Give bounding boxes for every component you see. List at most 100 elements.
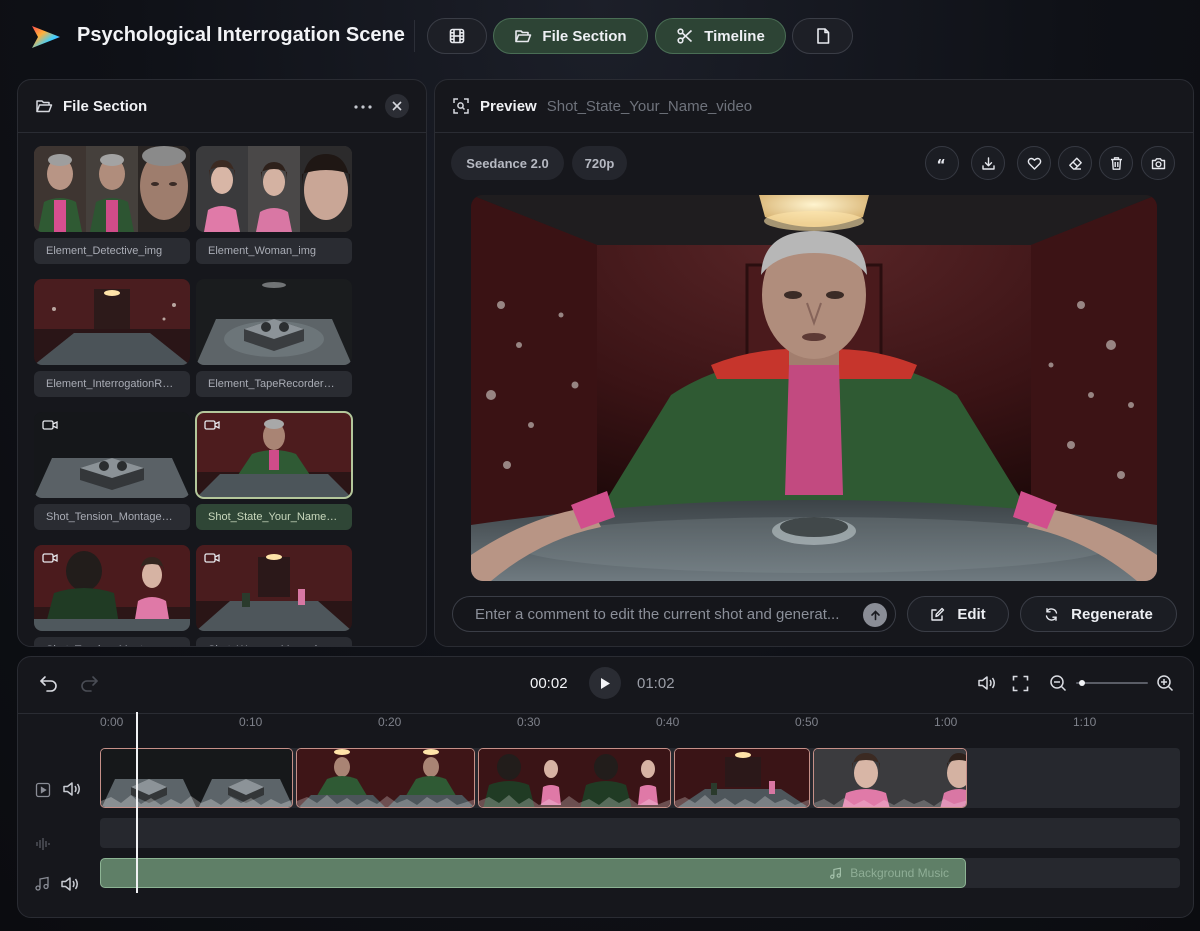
total-time: 01:02	[637, 675, 675, 692]
preview-scan-icon	[453, 98, 469, 114]
favorite-button[interactable]	[1017, 146, 1051, 180]
file-label: Element_InterrogationRoo...	[34, 371, 190, 397]
preview-subtitle: Shot_State_Your_Name_video	[546, 97, 753, 115]
timeline-divider	[18, 713, 1193, 714]
trash-icon	[1110, 156, 1122, 170]
fullscreen-icon[interactable]	[1012, 675, 1029, 692]
file-label: Shot_State_Your_Name_v...	[196, 504, 352, 530]
ruler-tick: 1:10	[1073, 715, 1097, 729]
volume-icon[interactable]	[977, 674, 997, 692]
tension-montage-thumbnail	[34, 412, 190, 498]
scissors-icon	[677, 28, 693, 44]
video-camera-icon	[204, 420, 220, 430]
timeline-tab-label: Timeline	[704, 27, 765, 45]
close-icon	[392, 101, 402, 111]
preview-title: Preview	[480, 97, 537, 115]
heart-icon	[1027, 157, 1041, 170]
document-icon	[816, 28, 829, 44]
ruler-tick: 0:50	[795, 715, 819, 729]
regenerate-button[interactable]: Regenerate	[1020, 596, 1177, 632]
download-button[interactable]	[971, 146, 1005, 180]
timeline-tab[interactable]: Timeline	[655, 18, 786, 54]
play-button[interactable]	[589, 667, 621, 699]
model-chip[interactable]: Seedance 2.0	[451, 146, 564, 180]
regenerate-button-label: Regenerate	[1071, 605, 1153, 623]
current-time: 00:02	[530, 675, 568, 692]
video-camera-icon	[204, 553, 220, 563]
ruler-tick: 0:30	[517, 715, 541, 729]
preview-header: Preview Shot_State_Your_Name_video	[435, 80, 1193, 133]
file-section-title: File Section	[63, 97, 148, 115]
folder-icon	[36, 100, 53, 113]
music-note-icon	[35, 876, 49, 891]
download-icon	[981, 156, 995, 170]
file-section-tab[interactable]: File Section	[493, 18, 648, 54]
background-music-clip[interactable]: Background Music	[100, 858, 966, 888]
zoom-out-icon[interactable]	[1049, 674, 1067, 692]
comment-input[interactable]	[475, 597, 855, 631]
film-icon	[449, 28, 465, 44]
refresh-icon	[1045, 607, 1058, 621]
preview-image	[471, 195, 1157, 581]
resolution-chip[interactable]: 720p	[572, 146, 627, 180]
ruler-tick: 0:40	[656, 715, 680, 729]
eraser-button[interactable]	[1058, 146, 1092, 180]
toolbar-divider	[414, 20, 415, 52]
file-label: Element_Woman_img	[196, 238, 352, 264]
video-camera-icon	[42, 553, 58, 563]
film-button[interactable]	[427, 18, 487, 54]
zoom-slider[interactable]	[1076, 680, 1148, 686]
file-section-header: File Section	[18, 80, 426, 133]
ruler-tick: 1:00	[934, 715, 958, 729]
video-track-icon	[35, 782, 51, 798]
video-track-volume-icon[interactable]	[62, 780, 84, 798]
app-title: Psychological Interrogation Scene	[77, 24, 405, 46]
timeline-clip-state-your-name[interactable]	[296, 748, 475, 808]
play-icon	[601, 677, 610, 689]
edit-button-label: Edit	[957, 605, 986, 623]
zoom-in-icon[interactable]	[1156, 674, 1174, 692]
timeline-clip-tension-montage[interactable]	[100, 748, 293, 808]
tape-recorder-thumbnail	[196, 279, 352, 365]
delete-button[interactable]	[1099, 146, 1133, 180]
arrow-up-icon	[870, 609, 880, 620]
file-label: Element_TapeRecorder_img	[196, 371, 352, 397]
music-track-volume-icon[interactable]	[60, 875, 82, 893]
close-panel-button[interactable]	[385, 94, 409, 118]
timeline-clip-tension-montage-2[interactable]	[478, 748, 671, 808]
preview-video[interactable]	[471, 195, 1157, 581]
edit-icon	[931, 607, 945, 621]
video-camera-icon	[42, 420, 58, 430]
file-label: Element_Detective_img	[34, 238, 190, 264]
file-label: Shot_Tension_Montage_vi...	[34, 637, 190, 646]
comment-box	[452, 596, 896, 632]
tension-montage-2-thumbnail	[34, 545, 190, 631]
top-bar: Psychological Interrogation Scene File S…	[0, 0, 1200, 72]
timeline-clip-woman-memories[interactable]	[674, 748, 810, 808]
file-section-panel: File Section Element_Detective_img Eleme…	[17, 79, 427, 647]
send-comment-button[interactable]	[863, 603, 887, 627]
eraser-icon	[1068, 157, 1082, 170]
edit-button[interactable]: Edit	[907, 596, 1009, 632]
ruler-tick: 0:00	[100, 715, 124, 729]
svg-text:“: “	[936, 157, 945, 171]
undo-icon[interactable]	[39, 674, 59, 692]
document-button[interactable]	[792, 18, 853, 54]
woman-memories-thumbnail	[196, 545, 352, 631]
quote-button[interactable]: “	[925, 146, 959, 180]
ruler-tick: 0:10	[239, 715, 263, 729]
audio-wave-icon	[36, 838, 50, 850]
more-options-icon[interactable]	[353, 104, 373, 110]
interrogation-room-thumbnail	[34, 279, 190, 365]
file-label: Shot_Tension_Montage_vi...	[34, 504, 190, 530]
woman-thumbnail	[196, 146, 352, 232]
screenshot-button[interactable]	[1141, 146, 1175, 180]
timeline-clip-woman-closeup[interactable]	[813, 748, 967, 808]
file-label: Shot_Woman_Memories_vi...	[196, 637, 352, 646]
redo-icon[interactable]	[79, 674, 99, 692]
file-section-tab-label: File Section	[542, 27, 627, 45]
playhead[interactable]	[136, 712, 138, 893]
audio-track	[100, 818, 1180, 848]
background-music-label: Background Music	[850, 866, 949, 880]
ruler-tick: 0:20	[378, 715, 402, 729]
